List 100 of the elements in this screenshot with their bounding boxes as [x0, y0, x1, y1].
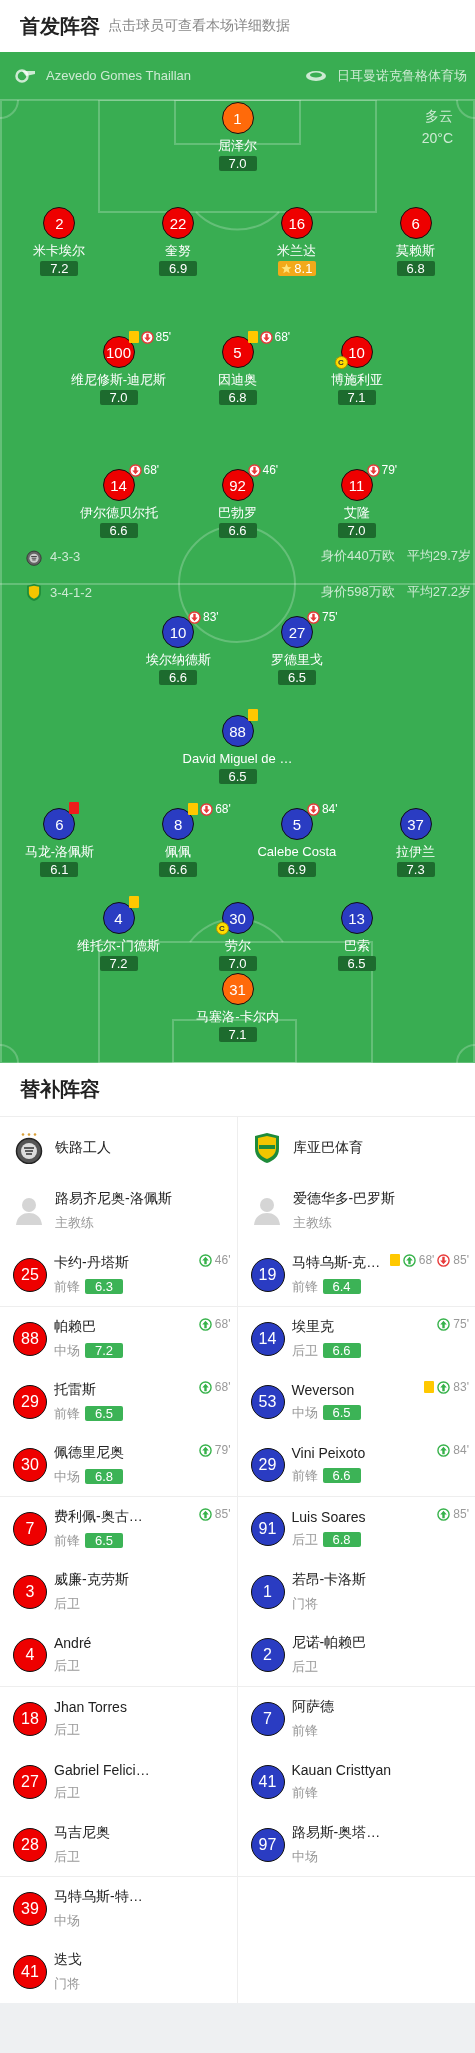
formation-text: 4-3-3	[50, 548, 81, 564]
player-number[interactable]: 30	[13, 1447, 47, 1482]
substitution-minute: 68'	[215, 802, 231, 816]
coach-name[interactable]: 路易齐尼奥-洛佩斯	[55, 1190, 172, 1208]
player-name[interactable]: 托雷斯	[54, 1380, 123, 1399]
player-rating: 7.2	[40, 261, 79, 276]
player-position: 前锋	[54, 1277, 80, 1296]
player-number[interactable]: 7	[250, 1701, 285, 1736]
player-number[interactable]: 29	[250, 1447, 285, 1482]
player-rating: 6.8	[322, 1532, 361, 1547]
player-number[interactable]: 11	[340, 469, 373, 501]
player-name[interactable]: 卡约-丹塔斯	[54, 1253, 129, 1272]
player-position: 后卫	[54, 1720, 80, 1739]
player-name[interactable]: 佩德里尼奥	[54, 1443, 124, 1462]
player-position: 前锋	[291, 1783, 318, 1802]
player-number[interactable]: 41	[250, 1764, 285, 1799]
player-rating: 6.5	[85, 1533, 123, 1548]
player-position: 后卫	[54, 1656, 80, 1675]
player-number[interactable]: 28	[13, 1827, 47, 1862]
player-number[interactable]: 53	[250, 1384, 285, 1419]
player-number[interactable]: 27	[281, 616, 313, 648]
player-name[interactable]: 马吉尼奥	[54, 1823, 110, 1842]
section-title: 替补阵容	[20, 1077, 100, 1102]
player-name[interactable]: 埃里克	[291, 1317, 361, 1336]
substitution-minute: 68'	[274, 330, 291, 344]
player-number[interactable]: 4	[13, 1637, 47, 1672]
player-name[interactable]: 费利佩-奥古…	[54, 1507, 143, 1526]
player-number[interactable]: 3	[13, 1574, 47, 1609]
player-number[interactable]: 29	[13, 1384, 47, 1419]
player-number[interactable]: 8	[162, 808, 195, 840]
caution-card-icon	[128, 896, 139, 908]
coach-name[interactable]: 爱德华多-巴罗斯	[292, 1190, 396, 1208]
player-number[interactable]: 2	[43, 207, 76, 239]
player-number[interactable]: 6	[43, 808, 76, 840]
sub-off-icon	[140, 330, 154, 344]
player-name[interactable]: Gabriel Felici…	[54, 1761, 150, 1778]
player-rating: 6.6	[322, 1468, 361, 1483]
club-crest-icon	[252, 1132, 281, 1164]
player-number[interactable]: 2	[250, 1637, 285, 1672]
player-number[interactable]: 1	[250, 1574, 285, 1609]
star-icon	[281, 263, 293, 274]
player-position: 前锋	[291, 1721, 318, 1740]
player-name[interactable]: Jhan Torres	[54, 1698, 127, 1715]
player-number[interactable]: 19	[250, 1257, 285, 1292]
player-name[interactable]: 马特乌斯-克…	[291, 1253, 381, 1272]
sub-on-icon	[198, 1380, 212, 1394]
player-number[interactable]: 16	[280, 207, 313, 239]
player-number[interactable]: 7	[13, 1511, 47, 1546]
dismissal-card-icon	[69, 802, 80, 814]
player-name[interactable]: Vini Peixoto	[291, 1444, 366, 1461]
player-name[interactable]: 路易斯-奥塔…	[291, 1823, 381, 1842]
team-name[interactable]: 铁路工人	[55, 1139, 111, 1157]
player-name[interactable]: Kauan Cristtyan	[291, 1761, 392, 1778]
player-number[interactable]: 22	[162, 207, 195, 239]
sub-off-icon	[188, 610, 201, 624]
player-number[interactable]: 97	[250, 1827, 285, 1862]
player-name[interactable]: Weverson	[291, 1381, 361, 1398]
player-rating: 7.2	[85, 1343, 123, 1358]
player-rating: 7.2	[99, 956, 138, 971]
player-number[interactable]: 88	[221, 715, 254, 747]
player-number[interactable]: 13	[340, 902, 373, 934]
player-number[interactable]: 88	[13, 1321, 47, 1356]
player-name[interactable]: 阿萨德	[291, 1697, 334, 1716]
player-name[interactable]: André	[54, 1634, 92, 1651]
substitution-minute: 68'	[214, 1380, 231, 1394]
player-position: 后卫	[54, 1783, 80, 1802]
player-number[interactable]: 25	[13, 1257, 47, 1292]
team-name[interactable]: 库亚巴体育	[292, 1139, 363, 1157]
caution-card-icon	[247, 331, 258, 343]
player-name[interactable]: 若昂-卡洛斯	[291, 1570, 367, 1589]
player-name[interactable]: 帕赖巴	[54, 1317, 123, 1336]
player-number[interactable]: 5	[221, 336, 254, 368]
player-number[interactable]: 41	[13, 1954, 47, 1989]
player-name[interactable]: Luis Soares	[291, 1508, 366, 1525]
player-number[interactable]: 6	[399, 207, 432, 239]
player-number[interactable]: 37	[399, 808, 432, 840]
player-number[interactable]: 91	[250, 1511, 285, 1546]
player-name[interactable]: 马特乌斯-特…	[54, 1887, 143, 1906]
caution-card-icon	[389, 1254, 400, 1266]
club-crest-icon	[26, 582, 42, 602]
player-number[interactable]: 14	[102, 469, 135, 501]
player-rating: 7.0	[337, 523, 376, 538]
player-number[interactable]: 92	[221, 469, 254, 501]
player-number[interactable]: 100	[102, 336, 135, 368]
sub-off-icon	[200, 802, 214, 816]
player-number[interactable]: 18	[13, 1701, 47, 1736]
substitution-minute: 46'	[214, 1253, 231, 1267]
player-number[interactable]: 4	[102, 902, 135, 934]
player-number[interactable]: 14	[250, 1321, 285, 1356]
player-number[interactable]: 27	[13, 1764, 47, 1799]
substitution-minute: 85'	[453, 1507, 469, 1521]
player-name[interactable]: 尼诺-帕赖巴	[291, 1633, 367, 1652]
player-number[interactable]: 10	[162, 616, 194, 648]
player-number[interactable]: 39	[13, 1891, 47, 1926]
sub-off-icon	[366, 463, 380, 477]
player-position: 门将	[291, 1594, 318, 1613]
player-name[interactable]: 威廉-克劳斯	[54, 1570, 129, 1589]
player-position: 中场	[54, 1467, 80, 1486]
player-number[interactable]: 5	[280, 808, 313, 840]
player-name[interactable]: 迭戈	[54, 1950, 82, 1969]
